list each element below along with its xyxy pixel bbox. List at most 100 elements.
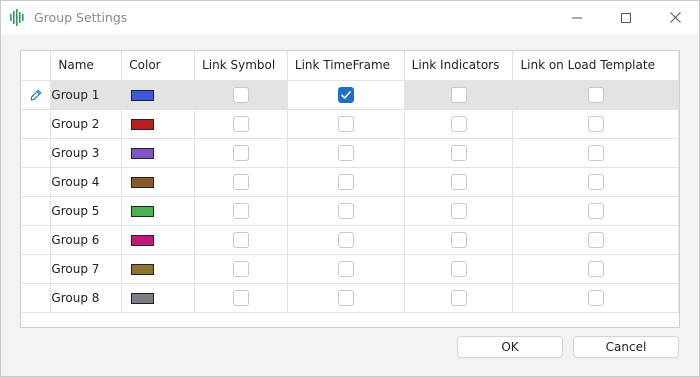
group-color-cell[interactable]	[121, 138, 196, 168]
group-color-cell[interactable]	[121, 196, 196, 226]
link-symbol-checkbox[interactable]	[232, 86, 249, 103]
group-color-cell[interactable]	[121, 167, 196, 197]
group-color-cell[interactable]	[121, 254, 196, 284]
link-template-cell[interactable]	[512, 196, 679, 226]
link-timeframe-cell[interactable]	[287, 254, 405, 284]
link-timeframe-cell[interactable]	[287, 196, 405, 226]
link-symbol-checkbox[interactable]	[232, 115, 249, 132]
table-row[interactable]: Group 2	[21, 109, 679, 139]
link-indicators-cell[interactable]	[404, 225, 514, 255]
link-symbol-checkbox[interactable]	[232, 231, 249, 248]
group-name-cell[interactable]: Group 6	[50, 225, 123, 255]
link-symbol-cell[interactable]	[194, 109, 288, 139]
row-header[interactable]	[21, 167, 52, 197]
link-template-cell[interactable]	[512, 254, 679, 284]
link-timeframe-cell[interactable]	[287, 225, 405, 255]
link-template-cell[interactable]	[512, 283, 679, 313]
cancel-button[interactable]: Cancel	[573, 336, 679, 358]
link-template-cell[interactable]	[512, 225, 679, 255]
link-template-checkbox[interactable]	[587, 144, 604, 161]
link-indicators-checkbox[interactable]	[450, 115, 467, 132]
link-timeframe-checkbox[interactable]	[337, 260, 354, 277]
link-symbol-cell[interactable]	[194, 196, 288, 226]
link-template-checkbox[interactable]	[587, 86, 604, 103]
link-timeframe-checkbox[interactable]	[337, 231, 354, 248]
link-template-checkbox[interactable]	[587, 173, 604, 190]
link-timeframe-cell[interactable]	[287, 283, 405, 313]
link-template-cell[interactable]	[512, 109, 679, 139]
link-timeframe-cell[interactable]	[287, 109, 405, 139]
link-template-cell[interactable]	[512, 80, 679, 110]
link-timeframe-checkbox[interactable]	[337, 202, 354, 219]
table-row[interactable]: Group 8	[21, 283, 679, 313]
link-indicators-cell[interactable]	[404, 167, 514, 197]
row-header[interactable]	[21, 138, 52, 168]
column-header-link-indicators[interactable]: Link Indicators	[404, 51, 514, 81]
maximize-button[interactable]	[603, 1, 649, 34]
table-row[interactable]: Group 4	[21, 167, 679, 197]
table-row[interactable]: Group 7	[21, 254, 679, 284]
group-color-cell[interactable]	[121, 109, 196, 139]
column-header-name[interactable]: Name	[50, 51, 123, 81]
table-row[interactable]: Group 5	[21, 196, 679, 226]
link-symbol-cell[interactable]	[194, 283, 288, 313]
link-timeframe-cell[interactable]	[287, 138, 405, 168]
link-symbol-checkbox[interactable]	[232, 289, 249, 306]
link-symbol-cell[interactable]	[194, 138, 288, 168]
group-name-cell[interactable]: Group 8	[50, 283, 123, 313]
table-row[interactable]: Group 3	[21, 138, 679, 168]
link-timeframe-checkbox[interactable]	[337, 289, 354, 306]
group-color-cell[interactable]	[121, 225, 196, 255]
column-header-link-symbol[interactable]: Link Symbol	[194, 51, 288, 81]
link-template-checkbox[interactable]	[587, 289, 604, 306]
group-color-cell[interactable]	[121, 80, 196, 110]
link-indicators-checkbox[interactable]	[450, 289, 467, 306]
group-name-cell[interactable]: Group 2	[50, 109, 123, 139]
row-header[interactable]	[21, 109, 52, 139]
link-indicators-checkbox[interactable]	[450, 144, 467, 161]
table-row[interactable]: Group 6	[21, 225, 679, 255]
link-indicators-checkbox[interactable]	[450, 86, 467, 103]
group-name-cell[interactable]: Group 5	[50, 196, 123, 226]
link-indicators-checkbox[interactable]	[450, 202, 467, 219]
link-template-checkbox[interactable]	[587, 115, 604, 132]
table-row[interactable]: Group 1	[21, 80, 679, 110]
link-timeframe-cell[interactable]	[287, 167, 405, 197]
column-header-link-template[interactable]: Link on Load Template	[512, 51, 679, 81]
row-header[interactable]	[21, 225, 52, 255]
link-indicators-checkbox[interactable]	[450, 260, 467, 277]
close-button[interactable]	[652, 1, 698, 34]
link-symbol-cell[interactable]	[194, 80, 288, 110]
link-symbol-checkbox[interactable]	[232, 260, 249, 277]
link-timeframe-checkbox[interactable]	[337, 173, 354, 190]
group-name-cell[interactable]: Group 3	[50, 138, 123, 168]
link-template-cell[interactable]	[512, 138, 679, 168]
link-template-checkbox[interactable]	[587, 202, 604, 219]
link-indicators-cell[interactable]	[404, 138, 514, 168]
link-indicators-cell[interactable]	[404, 109, 514, 139]
link-symbol-checkbox[interactable]	[232, 144, 249, 161]
column-header-link-timeframe[interactable]: Link TimeFrame	[287, 51, 405, 81]
link-template-cell[interactable]	[512, 167, 679, 197]
link-symbol-cell[interactable]	[194, 225, 288, 255]
group-name-cell[interactable]: Group 7	[50, 254, 123, 284]
row-header[interactable]	[21, 80, 52, 110]
link-indicators-checkbox[interactable]	[450, 173, 467, 190]
row-header[interactable]	[21, 283, 52, 313]
group-name-cell[interactable]: Group 1	[50, 80, 123, 110]
link-symbol-cell[interactable]	[194, 254, 288, 284]
link-timeframe-checkbox[interactable]	[337, 144, 354, 161]
link-indicators-cell[interactable]	[404, 283, 514, 313]
group-color-cell[interactable]	[121, 283, 196, 313]
link-indicators-cell[interactable]	[404, 196, 514, 226]
link-template-checkbox[interactable]	[587, 231, 604, 248]
link-timeframe-checkbox[interactable]	[337, 86, 354, 103]
ok-button[interactable]: OK	[457, 336, 563, 358]
group-name-cell[interactable]: Group 4	[50, 167, 123, 197]
minimize-button[interactable]	[554, 1, 600, 34]
link-timeframe-cell[interactable]	[287, 80, 405, 110]
link-indicators-cell[interactable]	[404, 80, 514, 110]
link-timeframe-checkbox[interactable]	[337, 115, 354, 132]
column-header-color[interactable]: Color	[121, 51, 196, 81]
row-header[interactable]	[21, 196, 52, 226]
